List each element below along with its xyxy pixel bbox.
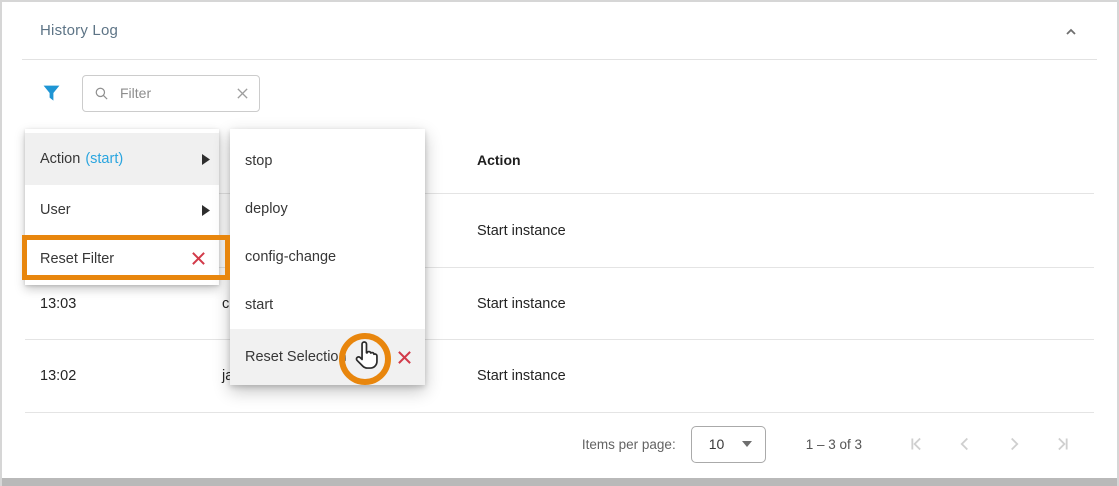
search-icon — [94, 86, 109, 101]
select-caret-down-icon — [742, 441, 752, 447]
red-x-icon — [191, 251, 206, 266]
submenu-reset-label: Reset Selection — [245, 349, 347, 365]
pager-buttons — [904, 432, 1075, 456]
last-page-icon[interactable] — [1051, 432, 1075, 456]
filter-menu: Action (start) User Reset Filter — [25, 129, 219, 285]
panel-title: History Log — [40, 22, 118, 39]
menu-item-label: Action — [40, 151, 80, 167]
submenu-option-label: start — [245, 297, 273, 313]
history-log-panel: History Log Action Start ins — [0, 0, 1119, 486]
first-page-icon[interactable] — [904, 432, 928, 456]
submenu-option-label: stop — [245, 153, 272, 169]
menu-item-reset-filter[interactable]: Reset Filter — [25, 235, 219, 282]
submenu-option-start[interactable]: start — [230, 281, 425, 329]
menu-item-user[interactable]: User — [25, 185, 219, 235]
filter-input[interactable] — [118, 84, 227, 102]
page-size-select[interactable]: 10 — [691, 426, 766, 463]
filter-funnel-icon[interactable] — [42, 84, 61, 103]
action-column-header: Action — [477, 152, 1094, 168]
submenu-option-label: config-change — [245, 249, 336, 265]
page-size-value: 10 — [709, 436, 725, 452]
action-submenu: stop deploy config-change start Reset Se… — [230, 129, 425, 385]
filter-input-box[interactable] — [82, 75, 260, 112]
submenu-option-deploy[interactable]: deploy — [230, 185, 425, 233]
collapse-chevron-up-icon[interactable] — [1063, 23, 1079, 39]
items-per-page-label: Items per page: — [582, 437, 676, 452]
clear-filter-icon[interactable] — [236, 87, 249, 100]
submenu-option-label: deploy — [245, 201, 288, 217]
paginator: Items per page: 10 1 – 3 of 3 — [2, 413, 1117, 475]
previous-page-icon[interactable] — [953, 432, 977, 456]
menu-item-label: Reset Filter — [40, 251, 114, 267]
filter-toolbar — [2, 60, 1117, 126]
next-page-icon[interactable] — [1002, 432, 1026, 456]
submenu-arrow-icon — [202, 205, 210, 216]
menu-item-action[interactable]: Action (start) — [25, 133, 219, 185]
action-cell: Start instance — [477, 296, 1094, 312]
table-row[interactable]: 13:02 janemarple Start instance — [25, 340, 1094, 413]
submenu-arrow-icon — [202, 154, 210, 165]
time-cell: 13:02 — [25, 368, 220, 384]
menu-item-selected-value: (start) — [85, 151, 123, 167]
window-bottom-bar — [2, 478, 1117, 486]
submenu-option-stop[interactable]: stop — [230, 137, 425, 185]
page-range-label: 1 – 3 of 3 — [806, 437, 862, 452]
action-cell: Start instance — [477, 368, 1094, 384]
submenu-reset-selection[interactable]: Reset Selection — [230, 329, 425, 385]
red-x-icon — [397, 350, 412, 365]
action-cell: Start instance — [477, 223, 1094, 239]
submenu-option-config-change[interactable]: config-change — [230, 233, 425, 281]
panel-header: History Log — [22, 2, 1097, 60]
menu-item-label: User — [40, 202, 71, 218]
time-cell: 13:03 — [25, 296, 220, 312]
